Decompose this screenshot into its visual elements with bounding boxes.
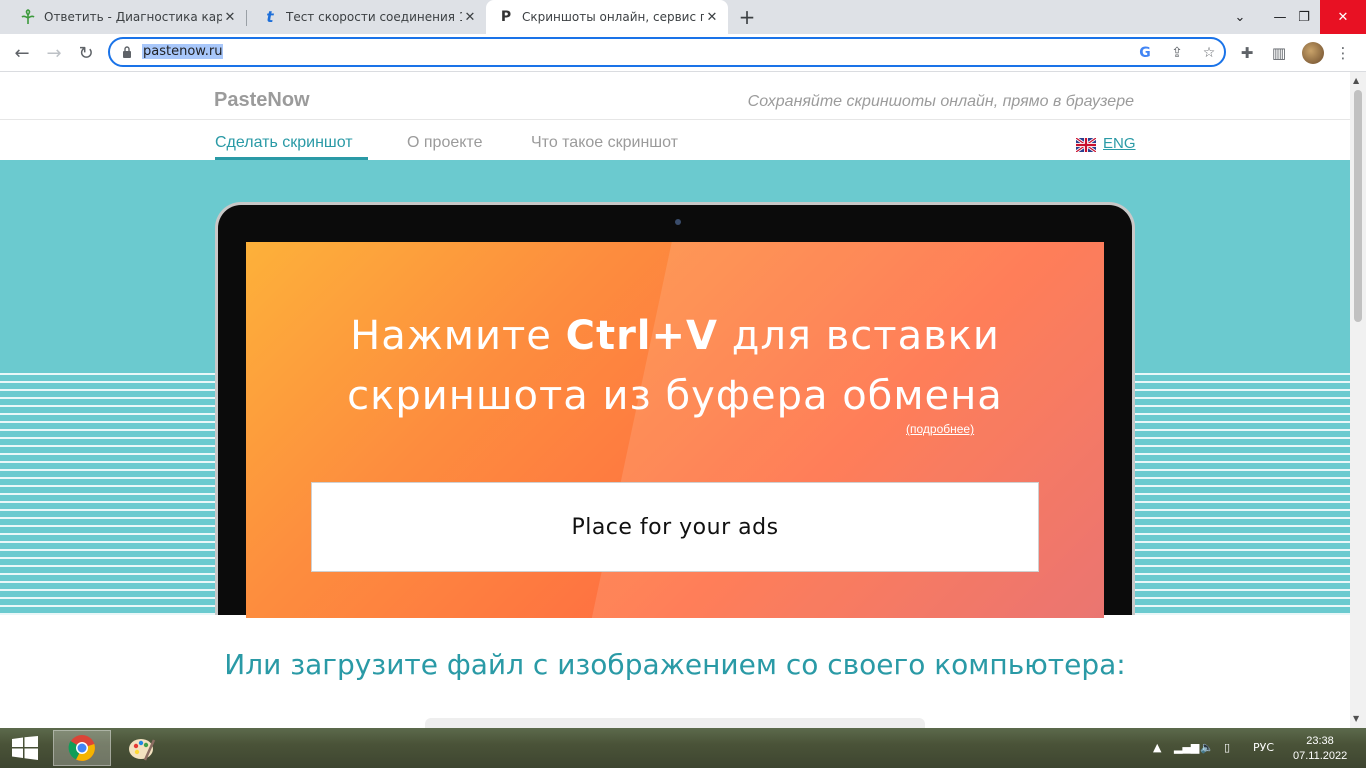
- nav-what-is-screenshot[interactable]: Что такое скриншот: [531, 134, 678, 152]
- instruction-suffix: для вставки: [717, 313, 1000, 359]
- taskbar-clock[interactable]: 23:38 07.11.2022: [1293, 734, 1347, 764]
- extensions-puzzle-icon[interactable]: ✚: [1236, 42, 1258, 64]
- close-tab-icon[interactable]: ✕: [222, 9, 238, 25]
- nav-about[interactable]: О проекте: [407, 134, 482, 152]
- forward-button[interactable]: →: [40, 39, 68, 67]
- tab-pastenow[interactable]: P Скриншоты онлайн, сервис пол ✕: [486, 0, 728, 34]
- ad-placeholder[interactable]: Place for your ads: [311, 482, 1039, 572]
- volume-icon[interactable]: 🔈: [1200, 741, 1214, 754]
- close-window-button[interactable]: ✕: [1320, 0, 1366, 34]
- site-logo[interactable]: PasteNow: [214, 89, 310, 112]
- menu-kebab-icon[interactable]: ⋮: [1332, 42, 1354, 64]
- google-translate-icon[interactable]: G: [1136, 44, 1154, 62]
- instruction-line2: скриншота из буфера обмена: [347, 373, 1003, 419]
- taskbar-paint[interactable]: [113, 730, 171, 766]
- tab-strip: Ответить - Диагностика кармы ✕ t Тест ск…: [0, 0, 1366, 34]
- taskbar-chrome[interactable]: [53, 730, 111, 766]
- site-header: PasteNow Сохраняйте скриншоты онлайн, пр…: [0, 72, 1350, 120]
- profile-avatar[interactable]: [1302, 42, 1324, 64]
- page-viewport: PasteNow Сохраняйте скриншоты онлайн, пр…: [0, 72, 1350, 728]
- paint-icon: [129, 739, 156, 761]
- network-signal-icon[interactable]: ▂▄▆: [1174, 741, 1199, 754]
- tab-speedtest[interactable]: t Тест скорости соединения 1 | In ✕: [242, 0, 486, 34]
- clock-date: 07.11.2022: [1293, 750, 1348, 762]
- tab-title: Тест скорости соединения 1 | In: [286, 10, 462, 24]
- back-button[interactable]: ←: [8, 39, 36, 67]
- upload-heading: Или загрузите файл с изображением со сво…: [224, 648, 1126, 681]
- paste-area[interactable]: Нажмите Ctrl+V для вставки скриншота из …: [246, 242, 1104, 618]
- windows-logo-icon: [12, 736, 38, 760]
- reload-button[interactable]: ↻: [72, 39, 100, 67]
- close-tab-icon[interactable]: ✕: [704, 9, 720, 25]
- browser-toolbar: ← → ↻ pastenow.ru G ⇪ ☆ ✚ ▥ ⋮: [0, 34, 1366, 72]
- scroll-up-arrow-icon[interactable]: ▲: [1353, 76, 1359, 85]
- shortcut-key: Ctrl+V: [565, 313, 718, 359]
- paste-instruction: Нажмите Ctrl+V для вставки скриншота из …: [246, 306, 1104, 426]
- tab-title: Ответить - Диагностика кармы: [44, 10, 222, 24]
- camera-icon: [675, 219, 681, 225]
- share-icon[interactable]: ⇪: [1168, 44, 1186, 62]
- uk-flag-icon[interactable]: [1076, 138, 1096, 152]
- laptop-frame: Нажмите Ctrl+V для вставки скриншота из …: [215, 202, 1135, 618]
- bookmark-star-icon[interactable]: ☆: [1200, 44, 1218, 62]
- p-letter-icon: P: [500, 9, 512, 25]
- upload-box[interactable]: [425, 718, 925, 728]
- input-language[interactable]: РУС: [1253, 741, 1274, 754]
- plant-icon: [20, 9, 36, 25]
- nav-make-screenshot[interactable]: Сделать скриншот: [215, 134, 353, 152]
- tab-karma[interactable]: Ответить - Диагностика кармы ✕: [0, 0, 246, 34]
- new-tab-button[interactable]: +: [736, 5, 758, 29]
- clock-time: 23:38: [1306, 735, 1334, 747]
- side-panel-icon[interactable]: ▥: [1268, 42, 1290, 64]
- battery-icon[interactable]: ▯: [1224, 741, 1230, 754]
- t-letter-icon: t: [266, 8, 274, 26]
- tab-title: Скриншоты онлайн, сервис пол: [522, 10, 704, 24]
- scroll-down-arrow-icon[interactable]: ▼: [1353, 714, 1359, 723]
- windows-taskbar: ▲ ▂▄▆ 🔈 ▯ РУС 23:38 07.11.2022: [0, 728, 1366, 768]
- start-button[interactable]: [0, 730, 50, 766]
- hero-section: Нажмите Ctrl+V для вставки скриншота из …: [0, 160, 1350, 618]
- chrome-icon: [68, 735, 95, 761]
- tray-expand-icon[interactable]: ▲: [1153, 741, 1161, 754]
- site-nav: Сделать скриншот О проекте Что такое скр…: [0, 120, 1350, 160]
- site-tagline: Сохраняйте скриншоты онлайн, прямо в бра…: [747, 93, 1134, 110]
- page-scrollbar[interactable]: ▲ ▼: [1350, 72, 1366, 728]
- url-text[interactable]: pastenow.ru: [142, 44, 224, 59]
- tab-search-chevron-icon[interactable]: ⌄: [1222, 0, 1258, 34]
- more-info-link[interactable]: (подробнее): [906, 422, 974, 436]
- instruction-prefix: Нажмите: [350, 313, 566, 359]
- address-bar[interactable]: pastenow.ru G ⇪ ☆: [108, 37, 1226, 67]
- restore-button[interactable]: ❐: [1286, 0, 1322, 34]
- close-tab-icon[interactable]: ✕: [462, 9, 478, 25]
- scrollbar-thumb[interactable]: [1354, 90, 1362, 322]
- lock-icon: [123, 46, 131, 58]
- language-switch-link[interactable]: ENG: [1103, 135, 1136, 152]
